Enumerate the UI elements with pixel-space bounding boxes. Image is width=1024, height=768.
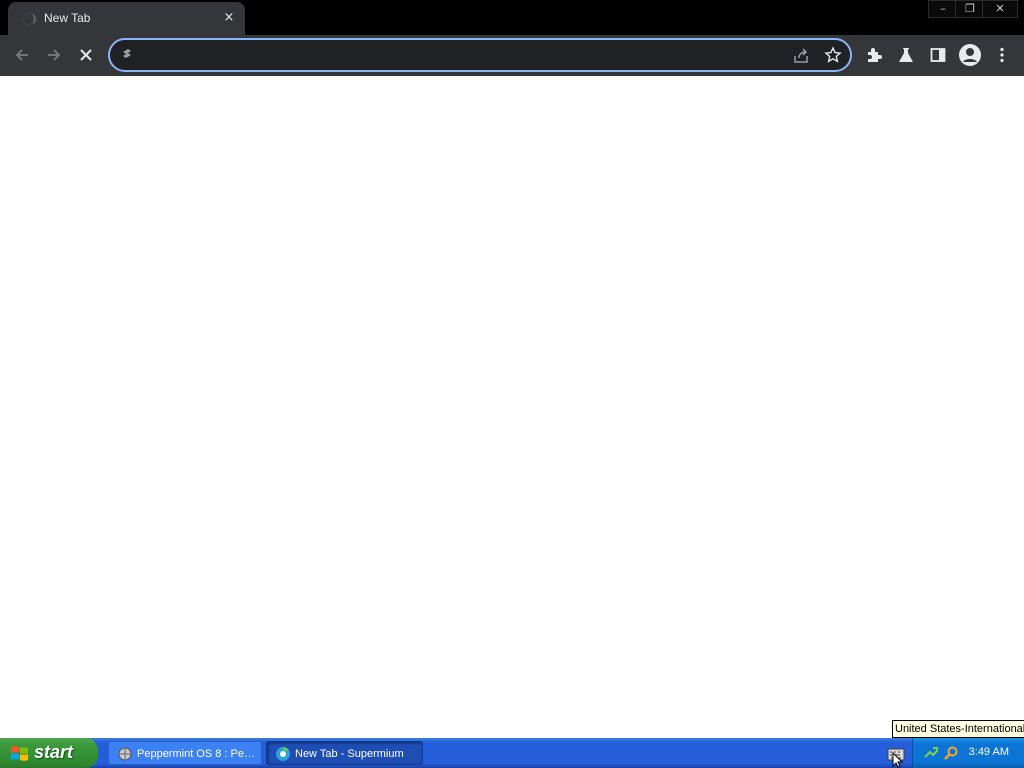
restore-button[interactable]: ❐: [955, 0, 985, 18]
supermium-browser-icon: [276, 747, 290, 761]
taskbar-item-peppermint[interactable]: Peppermint OS 8 : Pe…: [108, 741, 262, 765]
profile-icon: [959, 44, 981, 66]
menu-icon: [1000, 47, 1004, 63]
labs-icon: [899, 48, 913, 62]
mouse-cursor-icon: [892, 752, 904, 768]
taskbar-item-supermium[interactable]: New Tab - Supermium: [266, 741, 423, 765]
extensions-icon: [868, 48, 882, 62]
labs-button[interactable]: [892, 41, 920, 69]
share-icon[interactable]: [792, 47, 810, 65]
address-input[interactable]: [146, 46, 780, 66]
minimize-button[interactable]: –: [928, 0, 958, 18]
profile-button[interactable]: [956, 41, 984, 69]
start-label: start: [34, 742, 74, 762]
address-bar[interactable]: [108, 38, 852, 72]
tab-title: New Tab: [44, 11, 91, 25]
site-info-icon: [123, 49, 131, 58]
tab-close-button[interactable]: ×: [221, 10, 237, 26]
back-icon: [15, 49, 28, 61]
task-label: New Tab - Supermium: [295, 748, 404, 760]
system-tray: 3:49 AM: [912, 738, 1024, 768]
side-panel-button[interactable]: [924, 41, 952, 69]
browser-toolbar: [0, 35, 1024, 76]
forward-icon: [48, 49, 61, 61]
stop-icon: [80, 49, 92, 61]
browser-window: New Tab × – ❐ ✕: [0, 0, 1024, 738]
back-button[interactable]: [8, 41, 36, 69]
taskbar: start Peppermint OS 8 : Pe… New Tab - Su…: [0, 738, 1024, 768]
page-content: [0, 76, 1024, 738]
task-label: Peppermint OS 8 : Pe…: [137, 748, 255, 760]
tab-new-tab[interactable]: New Tab ×: [8, 2, 245, 35]
search-icon[interactable]: [943, 745, 959, 761]
peppermint-app-icon: [118, 747, 132, 761]
tab-strip: New Tab × – ❐ ✕: [0, 0, 1024, 35]
bookmark-star-icon[interactable]: [824, 46, 842, 64]
language-tooltip: United States-International: [892, 720, 1024, 738]
side-panel-icon: [930, 48, 946, 62]
extensions-button[interactable]: [860, 41, 888, 69]
loading-spinner-icon: [22, 12, 36, 26]
clock[interactable]: 3:49 AM: [969, 746, 1009, 758]
start-button[interactable]: start: [0, 738, 98, 768]
close-window-button[interactable]: ✕: [982, 0, 1018, 18]
stop-loading-button[interactable]: [72, 41, 100, 69]
windows-flag-icon: [11, 746, 28, 761]
menu-button[interactable]: [988, 41, 1016, 69]
forward-button[interactable]: [40, 41, 68, 69]
network-icon[interactable]: [923, 745, 939, 761]
